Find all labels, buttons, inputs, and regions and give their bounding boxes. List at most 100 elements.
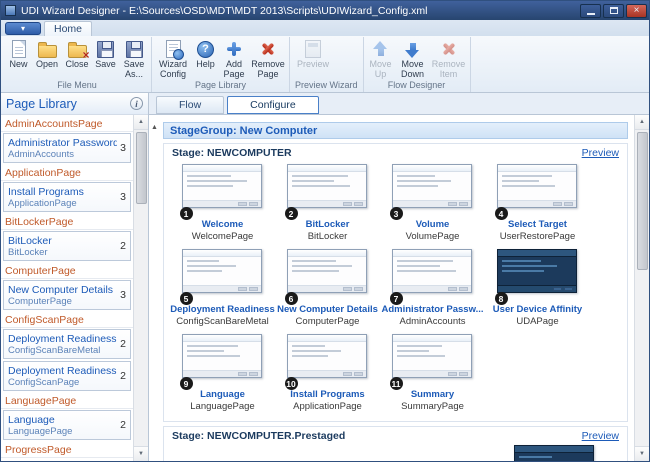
sidebar-group-header[interactable]: ComputerPage <box>1 263 133 279</box>
close-file-button[interactable]: Close <box>62 38 92 70</box>
stage-header: Stage: NEWCOMPUTER Preview <box>164 144 627 160</box>
wizard-page-card[interactable]: 2BitLockerBitLocker <box>275 164 380 242</box>
remove-page-button[interactable]: Remove Page <box>249 38 287 79</box>
sidebar-group-header[interactable]: AdminAccountsPage <box>1 116 133 132</box>
save-button[interactable]: Save <box>92 38 119 70</box>
sidebar-page-item[interactable]: Install ProgramsApplicationPage3 <box>3 182 131 212</box>
wizard-page-card[interactable]: 8User Device AffinityUDAPage <box>485 249 590 327</box>
scroll-thumb[interactable] <box>136 132 147 204</box>
add-page-button[interactable]: Add Page <box>219 38 249 79</box>
wizard-page-card[interactable]: 1WelcomeWelcomePage <box>170 164 275 242</box>
page-item-title: BitLocker <box>8 235 117 247</box>
sidebar-page-item[interactable]: New Computer DetailsComputerPage3 <box>3 280 131 310</box>
thumbnail-button-shape <box>249 202 258 206</box>
page-card-title: BitLocker <box>275 219 380 231</box>
sidebar-group-header[interactable]: BitLockerPage <box>1 214 133 230</box>
collapse-stagegroup-arrow[interactable]: ▲ <box>151 124 158 131</box>
stage-preview-link[interactable]: Preview <box>582 147 619 159</box>
scroll-up-icon: ▲ <box>639 119 645 125</box>
sidebar-scrollbar[interactable]: ▲ ▼ <box>133 115 148 461</box>
save-as-button[interactable]: Save As... <box>119 38 149 79</box>
thumbnail-header-area <box>393 250 471 257</box>
wizard-page-card[interactable]: 10Install ProgramsApplicationPage <box>275 334 380 412</box>
sidebar-group-header[interactable]: ApplicationPage <box>1 165 133 181</box>
remove-page-button-label: Remove Page <box>249 60 287 79</box>
tab-home[interactable]: Home <box>44 21 92 36</box>
new-button[interactable]: New <box>5 38 32 70</box>
page-number-badge: 10 <box>285 377 298 390</box>
preview-page-icon <box>305 40 321 58</box>
close-icon-holder <box>68 39 87 59</box>
thumbnail-button-shape <box>354 287 363 291</box>
ribbon-group-label-flow-designer: Flow Designer <box>366 79 468 92</box>
page-card-subtitle: LanguagePage <box>170 401 275 412</box>
open-button[interactable]: Open <box>32 38 62 70</box>
tab-configure[interactable]: Configure <box>227 96 319 114</box>
stagegroup-header[interactable]: StageGroup: New Computer <box>163 122 628 139</box>
wizard-page-card[interactable]: 9LanguageLanguagePage <box>170 334 275 412</box>
info-icon[interactable]: i <box>130 97 143 110</box>
move-down-button[interactable]: Move Down <box>396 38 430 79</box>
wizard-config-button-label: Wizard Config <box>154 60 192 79</box>
wizard-page-card[interactable]: 4Select TargetUserRestorePage <box>485 164 590 242</box>
preview-button[interactable]: Preview <box>292 38 334 70</box>
wizard-page-card[interactable]: 7Administrator Passw...AdminAccounts <box>380 249 485 327</box>
ribbon-group-label-file-menu: File Menu <box>5 79 149 92</box>
window-title: UDI Wizard Designer - E:\Sources\OSD\MDT… <box>21 5 580 17</box>
sidebar-group-header[interactable]: LanguagePage <box>1 393 133 409</box>
sidebar-group-header[interactable]: ProgressPage <box>1 442 133 458</box>
wizard-page-card[interactable]: 3VolumeVolumePage <box>380 164 485 242</box>
thumbnail-button-shape <box>343 372 352 376</box>
scroll-up-button[interactable]: ▲ <box>134 115 148 130</box>
page-item-count: 2 <box>117 338 126 350</box>
scroll-thumb[interactable] <box>637 132 648 270</box>
page-number-badge: 4 <box>495 207 508 220</box>
ribbon-group-file-menu: New Open Close Save Save As... <box>3 37 152 92</box>
stage-preview-link-prestaged[interactable]: Preview <box>582 430 619 442</box>
thumbnail-content-line <box>502 270 544 272</box>
page-item-text: New Computer DetailsComputerPage <box>8 284 117 307</box>
scroll-up-button[interactable]: ▲ <box>635 115 649 130</box>
page-thumbnail: 2 <box>287 164 369 208</box>
page-number-badge: 2 <box>285 207 298 220</box>
thumbnail-button-shape <box>238 372 247 376</box>
page-card-title: Welcome <box>170 219 275 231</box>
open-button-label: Open <box>36 60 58 70</box>
thumbnail-button-shape <box>249 287 258 291</box>
wizard-page-card[interactable]: 6New Computer DetailsComputerPage <box>275 249 380 327</box>
sidebar-group-header[interactable]: ConfigScanPage <box>1 312 133 328</box>
thumbnail-content-line <box>397 180 452 182</box>
close-button[interactable]: × <box>626 4 647 18</box>
wizard-page-card[interactable]: 5Deployment ReadinessConfigScanBareMetal <box>170 249 275 327</box>
minimize-button[interactable] <box>580 4 601 18</box>
scroll-down-button[interactable]: ▼ <box>134 446 148 461</box>
thumbnail-content-line <box>187 185 234 187</box>
sidebar-page-item[interactable]: Deployment ReadinessConfigScanPage2 <box>3 361 131 391</box>
sidebar-page-item[interactable]: Deployment ReadinessConfigScanBareMetal2 <box>3 329 131 359</box>
maximize-button[interactable] <box>603 4 624 18</box>
page-card-title: Volume <box>380 219 485 231</box>
page-card-subtitle: UDAPage <box>485 316 590 327</box>
help-button[interactable]: Help <box>192 38 219 70</box>
app-menu-button[interactable]: ▾ <box>5 22 41 35</box>
page-card-subtitle: ConfigScanBareMetal <box>170 316 275 327</box>
sidebar-page-item[interactable]: BitLockerBitLocker2 <box>3 231 131 261</box>
app-window: UDI Wizard Designer - E:\Sources\OSD\MDT… <box>0 0 650 462</box>
move-up-button[interactable]: Move Up <box>366 38 396 79</box>
prestaged-partial-thumbnail[interactable] <box>514 445 596 461</box>
sidebar-page-item[interactable]: Administrator PasswordAdminAccounts3 <box>3 133 131 163</box>
wizard-config-button[interactable]: Wizard Config <box>154 38 192 79</box>
page-number-badge: 6 <box>285 292 298 305</box>
thumbnail-header-area <box>288 165 366 172</box>
move-up-button-label: Move Up <box>366 60 396 79</box>
wizard-config-icon <box>166 40 181 58</box>
sidebar-page-item[interactable]: LanguageLanguagePage2 <box>3 410 131 440</box>
scroll-down-button[interactable]: ▼ <box>635 446 649 461</box>
page-thumbnail: 3 <box>392 164 474 208</box>
tab-flow[interactable]: Flow <box>156 96 224 114</box>
main-scrollbar[interactable]: ▲ ▼ <box>634 115 649 461</box>
move-up-arrow-icon <box>373 41 388 58</box>
thumbnail-button-shape <box>459 202 468 206</box>
remove-item-button[interactable]: Remove Item <box>430 38 468 79</box>
wizard-page-card[interactable]: 11SummarySummaryPage <box>380 334 485 412</box>
